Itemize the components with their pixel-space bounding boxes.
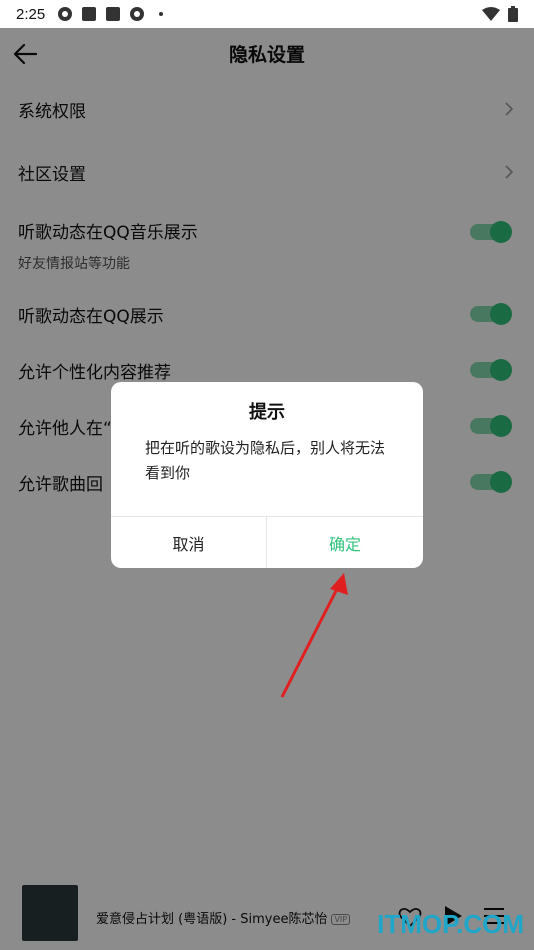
annotation-arrow-icon — [280, 573, 348, 698]
cancel-button[interactable]: 取消 — [111, 517, 266, 568]
privacy-confirm-dialog: 提示 把在听的歌设为隐私后，别人将无法看到你 取消 确定 — [111, 382, 423, 568]
status-bar: 2:25 — [0, 0, 534, 28]
dot-icon — [159, 12, 164, 16]
wifi-icon — [482, 7, 500, 21]
dialog-title: 提示 — [249, 402, 285, 423]
square-notification-icon — [82, 7, 97, 21]
app-notification-icon — [58, 7, 73, 21]
confirm-button[interactable]: 确定 — [267, 517, 423, 568]
battery-icon — [508, 6, 518, 22]
dialog-message: 把在听的歌设为隐私后，别人将无法看到你 — [145, 439, 386, 482]
site-watermark: ITMOP.COM — [377, 909, 524, 939]
square-notification-icon-2 — [106, 7, 121, 21]
status-time: 2:25 — [16, 5, 46, 23]
app-notification-icon-2 — [130, 7, 145, 21]
